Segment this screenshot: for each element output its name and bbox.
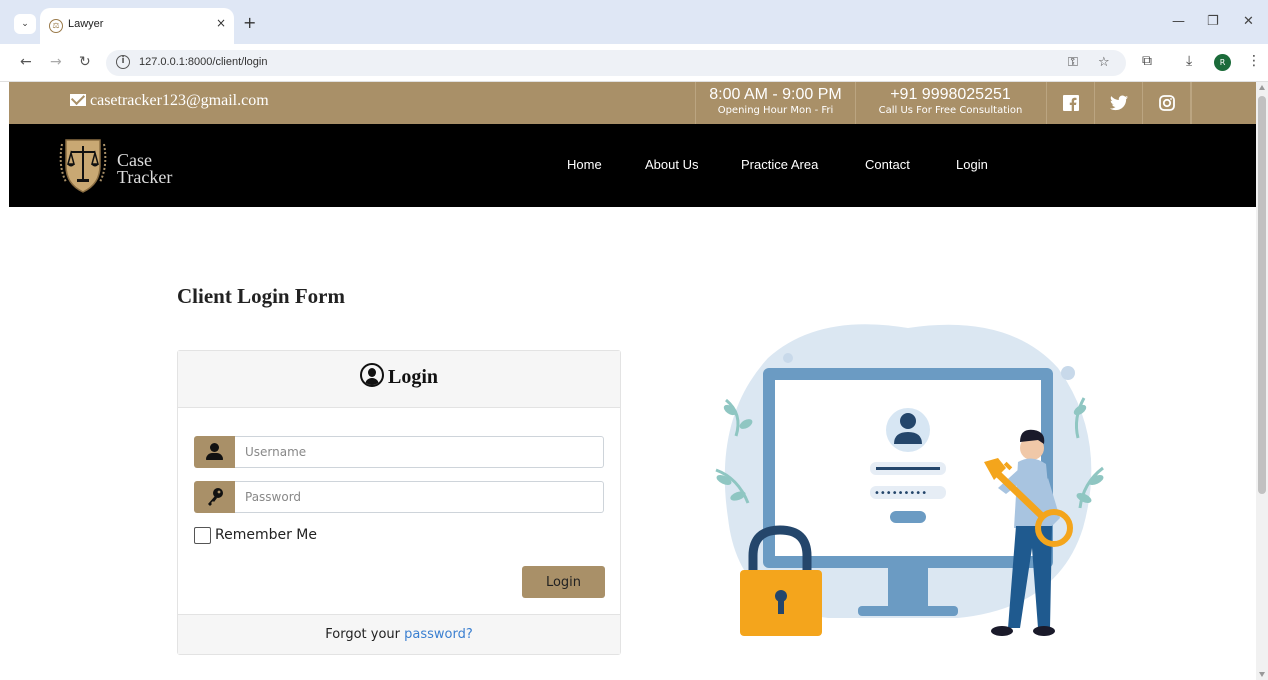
tab-close-icon[interactable]: ×	[216, 16, 226, 30]
tab-search-button[interactable]: ⌄	[14, 14, 36, 34]
twitter-icon[interactable]	[1094, 82, 1142, 124]
browser-tab[interactable]: ⚖ Lawyer ×	[40, 8, 234, 44]
card-title-text: Login	[387, 366, 439, 388]
card-title: Login	[178, 363, 620, 389]
svg-text:•••••••••: •••••••••	[874, 488, 927, 499]
new-tab-icon[interactable]: +	[243, 13, 256, 32]
main-navbar: Case Tracker Home About Us Practice Area…	[9, 124, 1256, 207]
close-window-icon[interactable]: ✕	[1243, 14, 1254, 29]
menu-kebab-icon[interactable]: ⋮	[1247, 53, 1261, 69]
hours-subtext: Opening Hour Mon - Fri	[717, 105, 834, 116]
profile-avatar[interactable]: R	[1214, 54, 1231, 71]
nav-practice-area[interactable]: Practice Area	[741, 157, 818, 172]
card-footer: Forgot your password?	[178, 614, 620, 654]
nav-home[interactable]: Home	[567, 157, 602, 172]
minimize-icon[interactable]: —	[1172, 14, 1185, 29]
phone-block: +91 9998025251 Call Us For Free Consulta…	[855, 82, 1045, 124]
extensions-icon[interactable]: ⧉	[1142, 53, 1152, 69]
brand-name[interactable]: Case Tracker	[117, 151, 173, 187]
tab-title: Lawyer	[68, 18, 104, 30]
nav-about-us[interactable]: About Us	[645, 157, 698, 172]
user-circle-icon	[359, 363, 384, 387]
login-illustration: •••••••••	[715, 324, 1104, 636]
hours-text: 8:00 AM - 9:00 PM	[709, 86, 842, 103]
scroll-up-icon[interactable]	[1259, 85, 1265, 90]
remember-checkbox[interactable]	[194, 527, 211, 544]
email-contact[interactable]: casetracker123@gmail.com	[70, 92, 269, 110]
login-card: Login Remember Me Login Forgot your pass…	[177, 350, 621, 655]
scroll-thumb[interactable]	[1258, 96, 1266, 494]
remember-label: Remember Me	[215, 527, 317, 543]
phone-text: +91 9998025251	[890, 86, 1011, 103]
scales-of-justice-logo-icon[interactable]	[54, 136, 112, 196]
envelope-icon	[70, 94, 86, 106]
url-text[interactable]: 127.0.0.1:8000/client/login	[139, 56, 267, 68]
person-icon	[206, 443, 223, 461]
brand-line2: Tracker	[117, 167, 173, 187]
forward-icon[interactable]: →	[50, 54, 62, 70]
site-info-icon[interactable]: i	[116, 55, 130, 69]
bookmark-star-icon[interactable]: ☆	[1098, 55, 1110, 70]
phone-subtext: Call Us For Free Consultation	[878, 105, 1023, 116]
scales-favicon-icon: ⚖	[49, 19, 63, 33]
login-button[interactable]: Login	[522, 566, 605, 598]
forgot-password-link[interactable]: password?	[404, 627, 473, 642]
email-text: casetracker123@gmail.com	[90, 92, 269, 109]
forgot-text: Forgot your	[325, 627, 405, 642]
scroll-down-icon[interactable]	[1259, 672, 1265, 677]
contact-topbar: casetracker123@gmail.com 8:00 AM - 9:00 …	[9, 82, 1256, 124]
password-addon	[194, 481, 235, 513]
key-icon	[208, 488, 223, 506]
restore-icon[interactable]: ❐	[1207, 14, 1219, 29]
username-input[interactable]	[235, 436, 604, 468]
instagram-icon[interactable]	[1142, 82, 1190, 124]
password-input[interactable]	[235, 481, 604, 513]
password-key-icon[interactable]: ⚿	[1068, 55, 1078, 70]
reload-icon[interactable]: ↻	[79, 54, 91, 70]
browser-toolbar: ← → ↻ i 127.0.0.1:8000/client/login ⚿ ☆ …	[0, 44, 1268, 82]
topbar-divider	[1190, 82, 1192, 124]
username-addon	[194, 436, 235, 468]
back-icon[interactable]: ←	[20, 54, 32, 70]
page-title: Client Login Form	[177, 284, 345, 308]
address-bar[interactable]: i 127.0.0.1:8000/client/login ⚿ ☆	[106, 50, 1126, 76]
nav-contact[interactable]: Contact	[865, 157, 910, 172]
facebook-icon[interactable]	[1046, 82, 1094, 124]
card-header: Login	[178, 351, 620, 408]
username-group	[194, 436, 604, 468]
page-scrollbar[interactable]	[1256, 82, 1268, 680]
nav-login[interactable]: Login	[956, 157, 988, 172]
password-group	[194, 481, 604, 513]
browser-tab-strip: ⌄ ⚖ Lawyer × + — ❐ ✕	[0, 0, 1268, 44]
download-icon[interactable]: ⤓	[1186, 53, 1192, 69]
hours-block: 8:00 AM - 9:00 PM Opening Hour Mon - Fri	[695, 82, 855, 124]
